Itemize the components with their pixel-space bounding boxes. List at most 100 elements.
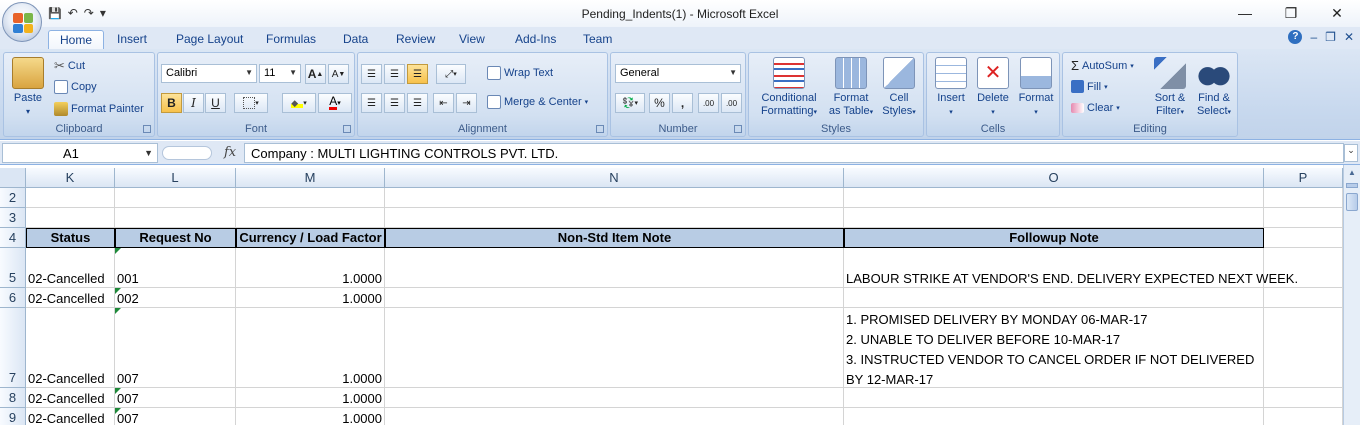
cell-followup[interactable] [844, 408, 1264, 425]
cell-factor[interactable]: 1.0000 [236, 408, 385, 425]
cut-button[interactable]: ✂ Cut [54, 58, 85, 74]
font-launcher-icon[interactable] [343, 125, 351, 133]
cell-followup[interactable] [844, 288, 1264, 308]
tab-view[interactable]: View [448, 30, 496, 49]
expand-formula-icon[interactable]: ⌄ [1344, 144, 1358, 162]
bold-button[interactable]: B [161, 93, 182, 113]
tab-insert[interactable]: Insert [106, 30, 158, 49]
table-header-followup-note[interactable]: Followup Note [844, 228, 1264, 248]
align-bottom-button[interactable]: ☰ [407, 64, 428, 84]
cell-factor[interactable]: 1.0000 [236, 388, 385, 408]
vertical-scrollbar[interactable]: ▲ [1343, 165, 1360, 425]
grow-font-button[interactable]: A ▲ [305, 64, 326, 84]
redo-icon[interactable]: ↷ [84, 6, 94, 20]
scroll-up-icon[interactable]: ▲ [1344, 165, 1360, 181]
align-middle-button[interactable]: ☰ [384, 64, 405, 84]
cell-request-no[interactable]: 002 [115, 288, 236, 308]
alignment-launcher-icon[interactable] [596, 125, 604, 133]
cell[interactable] [1264, 308, 1343, 388]
cell[interactable] [1264, 408, 1343, 425]
name-box[interactable]: A1 ▼ [2, 143, 158, 163]
delete-cells-button[interactable]: ✕ Delete ▾ [973, 57, 1013, 119]
cell-note[interactable] [385, 248, 844, 288]
cell[interactable] [1264, 288, 1343, 308]
underline-button[interactable]: U [205, 93, 226, 113]
tab-review[interactable]: Review [385, 30, 446, 49]
fill-color-button[interactable]: ◆ ▾ [282, 93, 316, 113]
align-right-button[interactable]: ☰ [407, 93, 428, 113]
cell[interactable] [115, 208, 236, 228]
table-header-non-std-note[interactable]: Non-Std Item Note [385, 228, 844, 248]
wrap-text-button[interactable]: Wrap Text [487, 66, 553, 80]
cell[interactable] [385, 208, 844, 228]
copy-button[interactable]: Copy [54, 80, 97, 94]
cell-request-no[interactable]: 007 [115, 408, 236, 425]
cell[interactable] [26, 208, 115, 228]
cell-request-no[interactable]: 001 [115, 248, 236, 288]
table-header-status[interactable]: Status [26, 228, 115, 248]
increase-decimal-button[interactable]: .00 [698, 93, 719, 113]
cell-note[interactable] [385, 308, 844, 388]
undo-icon[interactable]: ↶ [68, 6, 78, 20]
help-icon[interactable]: ? [1288, 30, 1303, 44]
cell[interactable] [1264, 188, 1343, 208]
cell[interactable] [1264, 228, 1343, 248]
tab-data[interactable]: Data [332, 30, 379, 49]
number-format-combo[interactable]: General ▼ [615, 64, 741, 83]
tab-page-layout[interactable]: Page Layout [165, 30, 254, 49]
cell-styles-button[interactable]: Cell Styles▾ [877, 57, 921, 119]
clear-button[interactable]: Clear ▾ [1071, 102, 1120, 114]
cell[interactable] [115, 188, 236, 208]
sort-filter-button[interactable]: Sort & Filter▾ [1149, 57, 1191, 119]
decrease-indent-button[interactable]: ⇤ [433, 93, 454, 113]
formula-divider[interactable] [162, 146, 212, 160]
restore-button[interactable]: ❐ [1268, 0, 1314, 26]
cell-status[interactable]: 02-Cancelled [26, 408, 115, 425]
cell-status[interactable]: 02-Cancelled [26, 288, 115, 308]
align-center-button[interactable]: ☰ [384, 93, 405, 113]
cell-followup[interactable]: LABOUR STRIKE AT VENDOR'S END. DELIVERY … [844, 248, 1298, 288]
decrease-decimal-button[interactable]: .00 [721, 93, 742, 113]
workbook-restore-button[interactable]: ❐ [1325, 30, 1336, 44]
row-header-8[interactable]: 8 [0, 388, 26, 408]
close-button[interactable]: ✕ [1314, 0, 1360, 26]
tab-add-ins[interactable]: Add-Ins [504, 30, 567, 49]
split-box[interactable] [1346, 183, 1358, 188]
fill-button[interactable]: Fill ▾ [1071, 80, 1108, 93]
percent-button[interactable]: % [649, 93, 670, 113]
row-header-9[interactable]: 9 [0, 408, 26, 425]
column-header-n[interactable]: N [385, 168, 844, 188]
table-header-request-no[interactable]: Request No [115, 228, 236, 248]
cell-followup[interactable]: 1. PROMISED DELIVERY BY MONDAY 06-MAR-17… [844, 308, 1264, 388]
row-header-3[interactable]: 3 [0, 208, 26, 228]
row-header-5[interactable]: 5 [0, 248, 26, 288]
office-button[interactable] [2, 2, 42, 42]
workbook-close-button[interactable]: ✕ [1344, 30, 1354, 44]
cell-factor[interactable]: 1.0000 [236, 288, 385, 308]
italic-button[interactable]: I [183, 93, 204, 113]
column-header-k[interactable]: K [26, 168, 115, 188]
autosum-button[interactable]: Σ AutoSum ▾ [1071, 58, 1134, 73]
workbook-minimize-button[interactable]: – [1310, 30, 1317, 44]
scroll-thumb[interactable] [1346, 193, 1358, 211]
format-painter-button[interactable]: Format Painter [54, 102, 144, 116]
cell-note[interactable] [385, 288, 844, 308]
cell-factor[interactable]: 1.0000 [236, 308, 385, 388]
find-select-button[interactable]: Find & Select▾ [1193, 57, 1235, 119]
minimize-button[interactable]: — [1222, 0, 1268, 26]
cell-note[interactable] [385, 408, 844, 425]
cell-request-no[interactable]: 007 [115, 388, 236, 408]
insert-function-icon[interactable]: fx [224, 145, 236, 160]
cell-note[interactable] [385, 388, 844, 408]
orientation-button[interactable]: ⤢ ▾ [436, 64, 466, 84]
cell[interactable] [1264, 208, 1343, 228]
tab-team[interactable]: Team [572, 30, 623, 49]
increase-indent-button[interactable]: ⇥ [456, 93, 477, 113]
cell-status[interactable]: 02-Cancelled [26, 248, 115, 288]
cell[interactable] [26, 188, 115, 208]
cell[interactable] [1264, 248, 1343, 288]
format-as-table-button[interactable]: Format as Table▾ [823, 57, 879, 119]
cell-status[interactable]: 02-Cancelled [26, 308, 115, 388]
borders-button[interactable]: ▾ [234, 93, 268, 113]
cell-followup[interactable] [844, 388, 1264, 408]
